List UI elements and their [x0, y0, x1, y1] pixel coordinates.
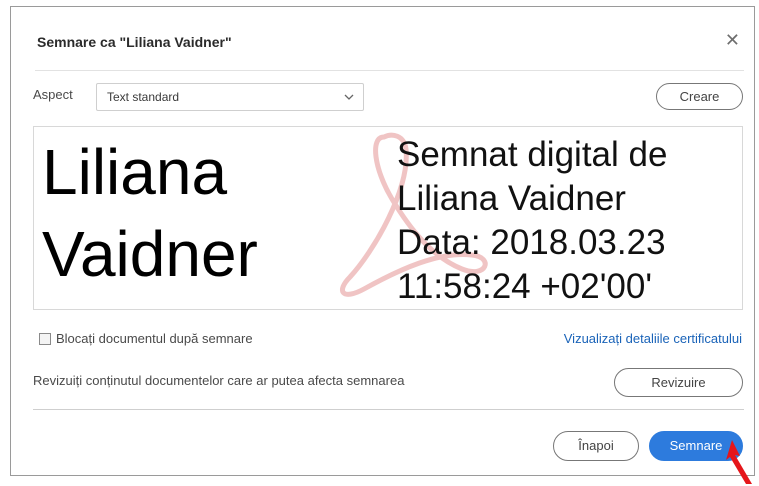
signature-name-last: Vaidner	[42, 218, 258, 290]
signature-detail-line: 11:58:24 +02'00'	[397, 267, 653, 306]
title-divider	[35, 70, 744, 71]
dialog-title: Semnare ca "Liliana Vaidner"	[37, 34, 232, 50]
aspect-select[interactable]: Text standard	[96, 83, 364, 111]
create-button[interactable]: Creare	[656, 83, 743, 110]
lock-document-label: Blocați documentul după semnare	[56, 331, 253, 346]
review-description: Revizuiți conținutul documentelor care a…	[33, 373, 405, 388]
signature-detail-line: Data: 2018.03.23	[397, 223, 666, 262]
signature-name-first: Liliana	[42, 136, 228, 208]
aspect-select-value: Text standard	[107, 90, 180, 104]
signature-detail-line: Semnat digital de	[397, 135, 668, 174]
view-certificate-link[interactable]: Vizualizați detaliile certificatului	[564, 331, 742, 346]
back-button[interactable]: Înapoi	[553, 431, 639, 461]
lock-document-option[interactable]: Blocați documentul după semnare	[39, 331, 253, 346]
signature-preview: Liliana Vaidner Semnat digital de Lilian…	[33, 126, 743, 310]
chevron-down-icon	[343, 90, 355, 108]
signature-name: Liliana Vaidner	[42, 131, 402, 295]
signature-detail-line: Liliana Vaidner	[397, 179, 626, 218]
review-button[interactable]: Revizuire	[614, 368, 743, 397]
aspect-label: Aspect	[33, 87, 73, 102]
signature-details: Semnat digital de Liliana Vaidner Data: …	[397, 133, 667, 309]
close-icon[interactable]: ✕	[725, 31, 740, 49]
annotation-arrow-icon	[726, 440, 752, 484]
lock-document-checkbox[interactable]	[39, 332, 51, 345]
sign-dialog: Semnare ca "Liliana Vaidner" ✕ Aspect Te…	[10, 6, 755, 476]
footer-divider	[33, 409, 744, 410]
